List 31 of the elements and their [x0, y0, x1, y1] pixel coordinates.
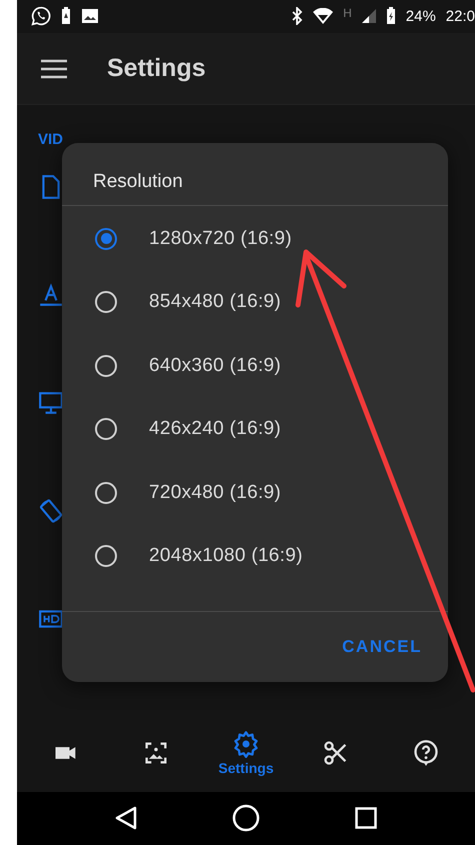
- section-header: VID: [38, 131, 64, 148]
- back-icon: [114, 806, 137, 830]
- resolution-option[interactable]: 1280x720 (16:9): [149, 228, 292, 250]
- app-bar-title: Settings: [107, 54, 206, 84]
- home-icon: [232, 804, 260, 832]
- resolution-option[interactable]: 854x480 (16:9): [149, 291, 282, 314]
- menu-icon: [41, 58, 67, 79]
- setting-icon: [38, 282, 64, 308]
- bluetooth-icon: [291, 7, 304, 26]
- clock-time: 22:0: [446, 8, 475, 25]
- setting-icon: [38, 498, 64, 524]
- battery-charging-icon: [386, 7, 396, 26]
- wifi-icon: [313, 8, 334, 24]
- resolution-option[interactable]: 2048x1080 (16:9): [149, 545, 303, 568]
- resolution-option[interactable]: 640x360 (16:9): [149, 354, 282, 377]
- resolution-option[interactable]: 426x240 (16:9): [149, 418, 282, 440]
- radio-button[interactable]: [95, 228, 117, 250]
- help-icon: [412, 739, 440, 768]
- setting-icon: [38, 390, 64, 416]
- recents-icon: [355, 807, 378, 830]
- resolution-option[interactable]: 720x480 (16:9): [149, 482, 282, 504]
- network-type-label: H: [343, 6, 352, 20]
- menu-button[interactable]: [41, 58, 67, 79]
- chat-app-icon: [31, 6, 51, 26]
- nav-tab[interactable]: Settings: [210, 726, 282, 780]
- signal-icon: [362, 9, 376, 24]
- image-icon: [81, 7, 99, 26]
- battery-alert-icon: [61, 7, 71, 26]
- dialog-title: Resolution: [62, 143, 448, 206]
- settings-icon: [232, 730, 260, 758]
- battery-percent: 24%: [406, 8, 436, 25]
